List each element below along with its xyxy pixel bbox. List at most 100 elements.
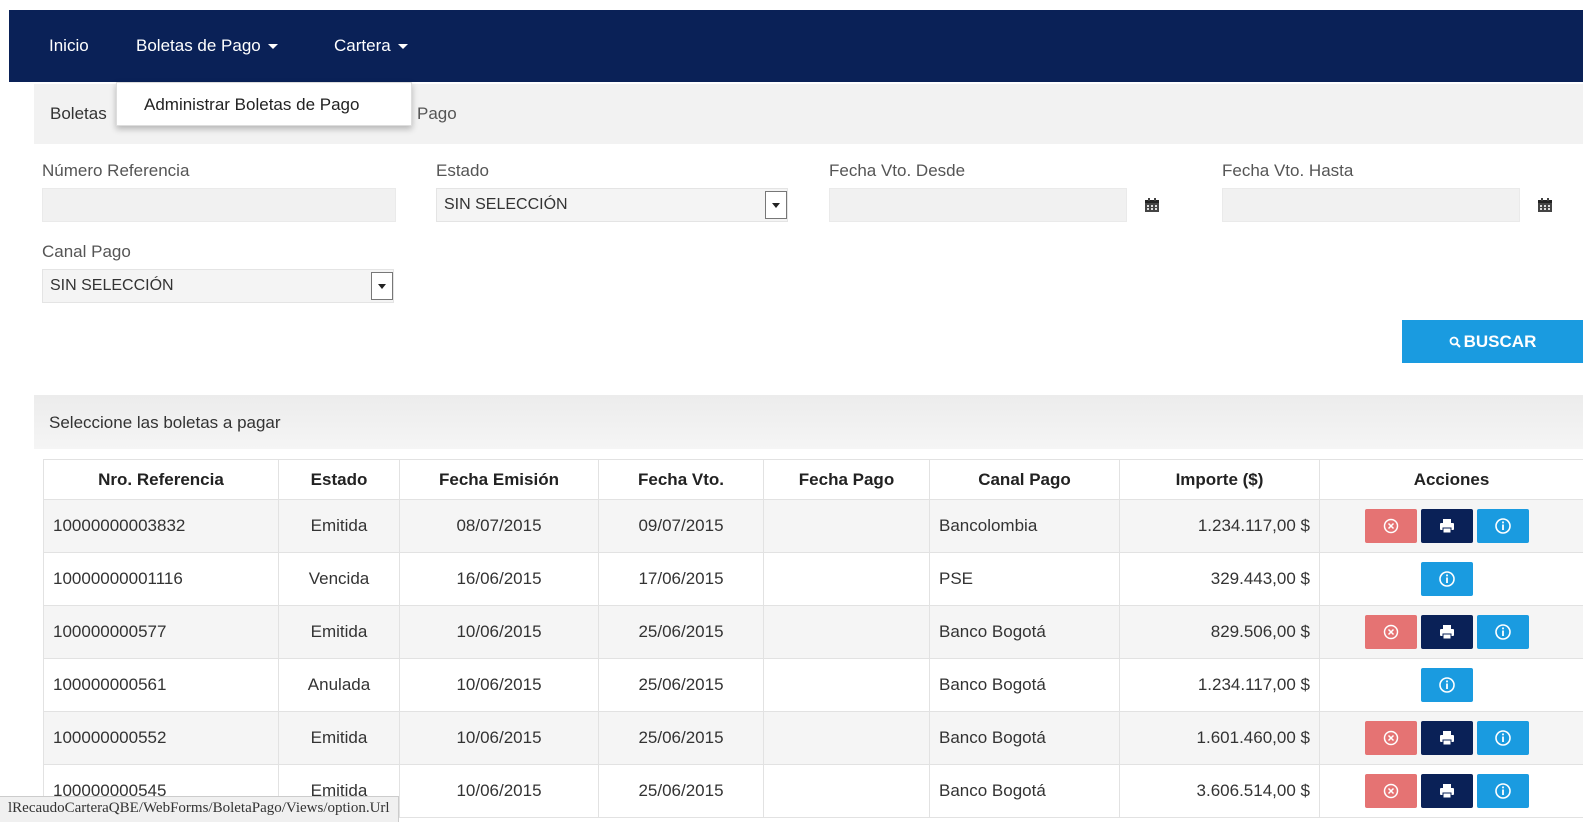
numero-referencia-label: Número Referencia bbox=[42, 161, 190, 180]
cell-nro-referencia: 100000000552 bbox=[43, 711, 279, 765]
cell-fecha-emision: 10/06/2015 bbox=[399, 764, 599, 818]
cell-acciones bbox=[1319, 605, 1583, 659]
menu-item-administrar-boletas[interactable]: Administrar Boletas de Pago bbox=[144, 95, 359, 115]
table-header-row: Nro. Referencia Estado Fecha Emisión Fec… bbox=[43, 459, 1583, 500]
cell-estado: Anulada bbox=[278, 658, 400, 712]
table-row[interactable]: 100000000552 Emitida 10/06/2015 25/06/2015 B… bbox=[43, 711, 1583, 765]
print-boleta-button[interactable] bbox=[1421, 615, 1473, 649]
table-row[interactable]: 10000000001116 Vencida 16/06/2015 17/06/201… bbox=[43, 552, 1583, 606]
estado-select[interactable]: SIN SELECCIÓN bbox=[436, 188, 788, 222]
print-icon bbox=[1440, 625, 1454, 640]
dropdown-arrow-icon[interactable] bbox=[765, 191, 787, 219]
dropdown-arrow-icon[interactable] bbox=[371, 272, 393, 300]
info-boleta-button[interactable] bbox=[1477, 774, 1529, 808]
breadcrumb-last: Pago bbox=[417, 104, 457, 123]
cancel-boleta-button[interactable] bbox=[1365, 509, 1417, 543]
cancel-circle-icon bbox=[1383, 518, 1399, 534]
column-header[interactable]: Fecha Pago bbox=[763, 459, 930, 500]
nav-boletas-label: Boletas de Pago bbox=[136, 36, 261, 55]
column-header[interactable]: Nro. Referencia bbox=[43, 459, 279, 500]
info-boleta-button[interactable] bbox=[1477, 721, 1529, 755]
cancel-boleta-button[interactable] bbox=[1365, 721, 1417, 755]
cell-nro-referencia: 100000000577 bbox=[43, 605, 279, 659]
estado-select-value: SIN SELECCIÓN bbox=[444, 196, 568, 213]
info-boleta-button[interactable] bbox=[1477, 509, 1529, 543]
column-header[interactable]: Fecha Emisión bbox=[399, 459, 599, 500]
fecha-hasta-input[interactable] bbox=[1222, 188, 1520, 222]
column-header[interactable]: Estado bbox=[278, 459, 400, 500]
info-boleta-button[interactable] bbox=[1421, 562, 1473, 596]
column-header[interactable]: Fecha Vto. bbox=[598, 459, 764, 500]
info-icon bbox=[1495, 518, 1511, 534]
column-header: Acciones bbox=[1319, 459, 1583, 500]
info-boleta-button[interactable] bbox=[1477, 615, 1529, 649]
nav-inicio[interactable]: Inicio bbox=[49, 36, 89, 56]
results-section-title: Seleccione las boletas a pagar bbox=[49, 413, 281, 432]
cell-estado: Emitida bbox=[278, 605, 400, 659]
table-row[interactable]: 10000000003832 Emitida 08/07/2015 09/07/201… bbox=[43, 499, 1583, 553]
cancel-circle-icon bbox=[1383, 624, 1399, 640]
cell-fecha-pago bbox=[763, 499, 930, 553]
cell-fecha-emision: 08/07/2015 bbox=[399, 499, 599, 553]
info-icon bbox=[1495, 624, 1511, 640]
cell-fecha-emision: 10/06/2015 bbox=[399, 658, 599, 712]
print-boleta-button[interactable] bbox=[1421, 509, 1473, 543]
cell-acciones bbox=[1319, 658, 1583, 712]
table-row[interactable]: 100000000561 Anulada 10/06/2015 25/06/2015 B… bbox=[43, 658, 1583, 712]
print-icon bbox=[1440, 784, 1454, 799]
cell-fecha-pago bbox=[763, 552, 930, 606]
cell-fecha-emision: 16/06/2015 bbox=[399, 552, 599, 606]
canal-pago-select-value: SIN SELECCIÓN bbox=[50, 277, 174, 294]
cancel-circle-icon bbox=[1383, 730, 1399, 746]
cell-fecha-vto: 09/07/2015 bbox=[598, 499, 764, 553]
cell-importe: 1.234.117,00 $ bbox=[1119, 499, 1320, 553]
cell-importe: 1.601.460,00 $ bbox=[1119, 711, 1320, 765]
cell-estado: Vencida bbox=[278, 552, 400, 606]
estado-label: Estado bbox=[436, 161, 489, 180]
cell-fecha-pago bbox=[763, 711, 930, 765]
print-boleta-button[interactable] bbox=[1421, 721, 1473, 755]
cell-canal-pago: PSE bbox=[929, 552, 1120, 606]
boletas-table: Nro. Referencia Estado Fecha Emisión Fec… bbox=[43, 459, 1583, 818]
calendar-icon[interactable] bbox=[1144, 197, 1160, 213]
cell-estado: Emitida bbox=[278, 499, 400, 553]
nav-cartera[interactable]: Cartera bbox=[334, 36, 408, 56]
print-boleta-button[interactable] bbox=[1421, 774, 1473, 808]
print-icon bbox=[1440, 519, 1454, 534]
cell-canal-pago: Bancolombia bbox=[929, 499, 1120, 553]
column-header[interactable]: Importe ($) bbox=[1119, 459, 1320, 500]
info-icon bbox=[1495, 783, 1511, 799]
fecha-hasta-label: Fecha Vto. Hasta bbox=[1222, 161, 1354, 180]
search-icon bbox=[1449, 336, 1461, 348]
filter-panel: Número Referencia Estado SIN SELECCIÓN F… bbox=[34, 148, 1583, 372]
cell-fecha-pago bbox=[763, 764, 930, 818]
buscar-button[interactable]: BUSCAR bbox=[1402, 320, 1583, 363]
nav-boletas-de-pago[interactable]: Boletas de Pago bbox=[136, 36, 278, 56]
browser-status-url: lRecaudoCarteraQBE/WebForms/BoletaPago/V… bbox=[0, 796, 399, 822]
caret-down-icon bbox=[267, 44, 278, 50]
column-header[interactable]: Canal Pago bbox=[929, 459, 1120, 500]
canal-pago-select[interactable]: SIN SELECCIÓN bbox=[42, 269, 394, 303]
cell-acciones bbox=[1319, 552, 1583, 606]
info-boleta-button[interactable] bbox=[1421, 668, 1473, 702]
cell-fecha-vto: 17/06/2015 bbox=[598, 552, 764, 606]
cancel-boleta-button[interactable] bbox=[1365, 615, 1417, 649]
fecha-desde-label: Fecha Vto. Desde bbox=[829, 161, 966, 180]
cell-canal-pago: Banco Bogotá bbox=[929, 764, 1120, 818]
cell-fecha-emision: 10/06/2015 bbox=[399, 605, 599, 659]
breadcrumb-first[interactable]: Boletas bbox=[50, 104, 107, 124]
fecha-desde-input[interactable] bbox=[829, 188, 1127, 222]
numero-referencia-input[interactable] bbox=[42, 188, 396, 222]
results-section-header: Seleccione las boletas a pagar bbox=[34, 395, 1583, 449]
info-icon bbox=[1439, 571, 1455, 587]
cancel-boleta-button[interactable] bbox=[1365, 774, 1417, 808]
calendar-icon[interactable] bbox=[1537, 197, 1553, 213]
cell-fecha-pago bbox=[763, 658, 930, 712]
table-row[interactable]: 100000000577 Emitida 10/06/2015 25/06/2015 B… bbox=[43, 605, 1583, 659]
cell-fecha-vto: 25/06/2015 bbox=[598, 764, 764, 818]
cell-fecha-vto: 25/06/2015 bbox=[598, 658, 764, 712]
print-icon bbox=[1440, 731, 1454, 746]
cell-importe: 829.506,00 $ bbox=[1119, 605, 1320, 659]
cell-nro-referencia: 10000000001116 bbox=[43, 552, 279, 606]
top-navbar: Inicio Boletas de Pago Cartera bbox=[9, 10, 1583, 82]
